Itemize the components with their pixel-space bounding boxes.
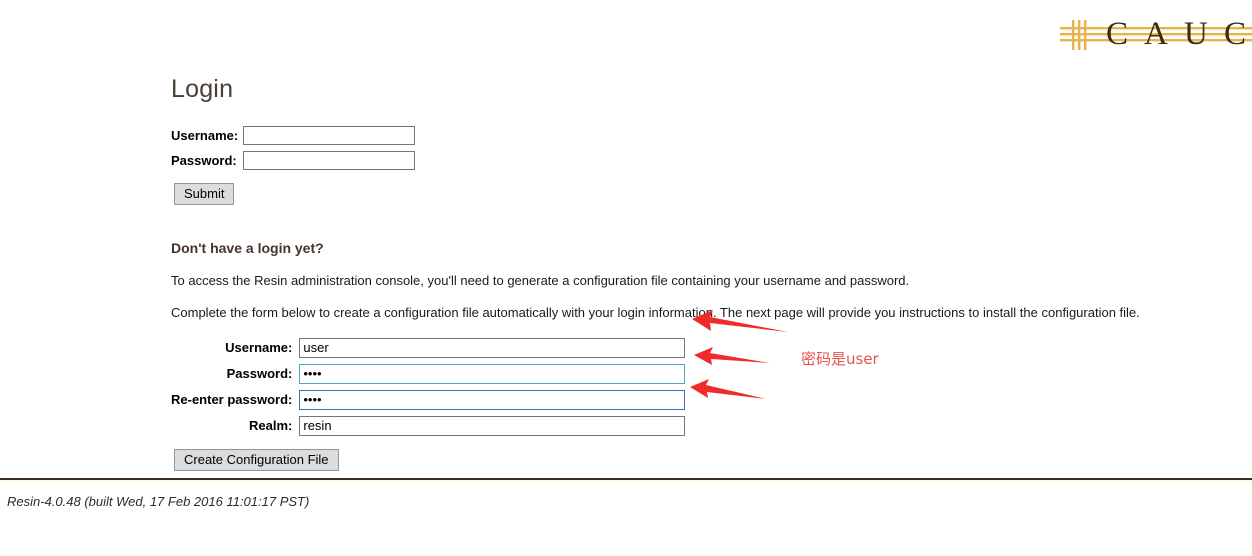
login-password-cell — [243, 150, 416, 176]
config-password-label: Password: — [226, 366, 293, 382]
config-password-cell — [299, 363, 686, 390]
login-password-row: Password: — [171, 150, 416, 176]
svg-text:A: A — [1144, 16, 1169, 52]
main-content: Login Username: Password: Submit Don't h… — [171, 75, 1171, 472]
svg-text:U: U — [1184, 16, 1209, 52]
config-password-row: Password: — [171, 363, 686, 390]
login-submit-row: Submit — [174, 182, 1171, 205]
annotation-arrow-username — [692, 310, 788, 332]
caucho-logo: C A U C — [1060, 0, 1252, 66]
submit-button[interactable]: Submit — [174, 182, 235, 205]
footer-version-text: Resin-4.0.48 (built Wed, 17 Feb 2016 11:… — [7, 494, 310, 509]
config-password-confirm-input[interactable] — [299, 389, 686, 410]
login-username-input[interactable] — [243, 125, 416, 145]
config-realm-row: Realm: — [171, 415, 686, 442]
config-username-input[interactable] — [299, 337, 686, 358]
login-field-table: Username: Password: — [171, 125, 416, 176]
signup-paragraph-2: Complete the form below to create a conf… — [171, 305, 1140, 321]
annotation-arrow-reenter-password — [690, 379, 766, 399]
config-password-confirm-cell — [299, 389, 686, 416]
footer-divider-highlight — [0, 480, 1252, 482]
login-username-cell — [243, 125, 416, 151]
config-password-input[interactable] — [299, 363, 686, 384]
create-configuration-file-button[interactable]: Create Configuration File — [174, 448, 339, 472]
annotation-arrow-password — [694, 347, 770, 365]
login-username-label: Username: — [171, 127, 239, 143]
config-realm-input[interactable] — [299, 415, 686, 436]
signup-heading: Don't have a login yet? — [171, 239, 324, 256]
config-username-label: Username: — [225, 340, 293, 356]
config-username-cell — [299, 337, 686, 364]
login-form: Username: Password: Submit — [171, 125, 1171, 205]
config-password-confirm-row: Re-enter password: — [171, 389, 686, 416]
login-password-label: Password: — [171, 152, 237, 168]
page-title: Login — [171, 75, 234, 103]
config-realm-cell — [299, 415, 686, 442]
config-submit-row: Create Configuration File — [174, 448, 1171, 472]
config-realm-label: Realm: — [249, 418, 293, 434]
login-password-input[interactable] — [243, 150, 416, 170]
config-password-confirm-label: Re-enter password: — [171, 392, 293, 408]
signup-paragraph-1: To access the Resin administration conso… — [171, 272, 910, 288]
svg-text:C: C — [1106, 16, 1129, 52]
config-username-row: Username: — [171, 337, 686, 364]
login-username-row: Username: — [171, 125, 416, 151]
annotation-note: 密码是user — [801, 350, 879, 368]
svg-text:C: C — [1224, 16, 1247, 52]
logo-svg: C A U C — [1060, 16, 1252, 52]
config-form: Username: Password: Re-enter password: — [171, 337, 1171, 472]
config-field-table: Username: Password: Re-enter password: — [171, 337, 686, 442]
